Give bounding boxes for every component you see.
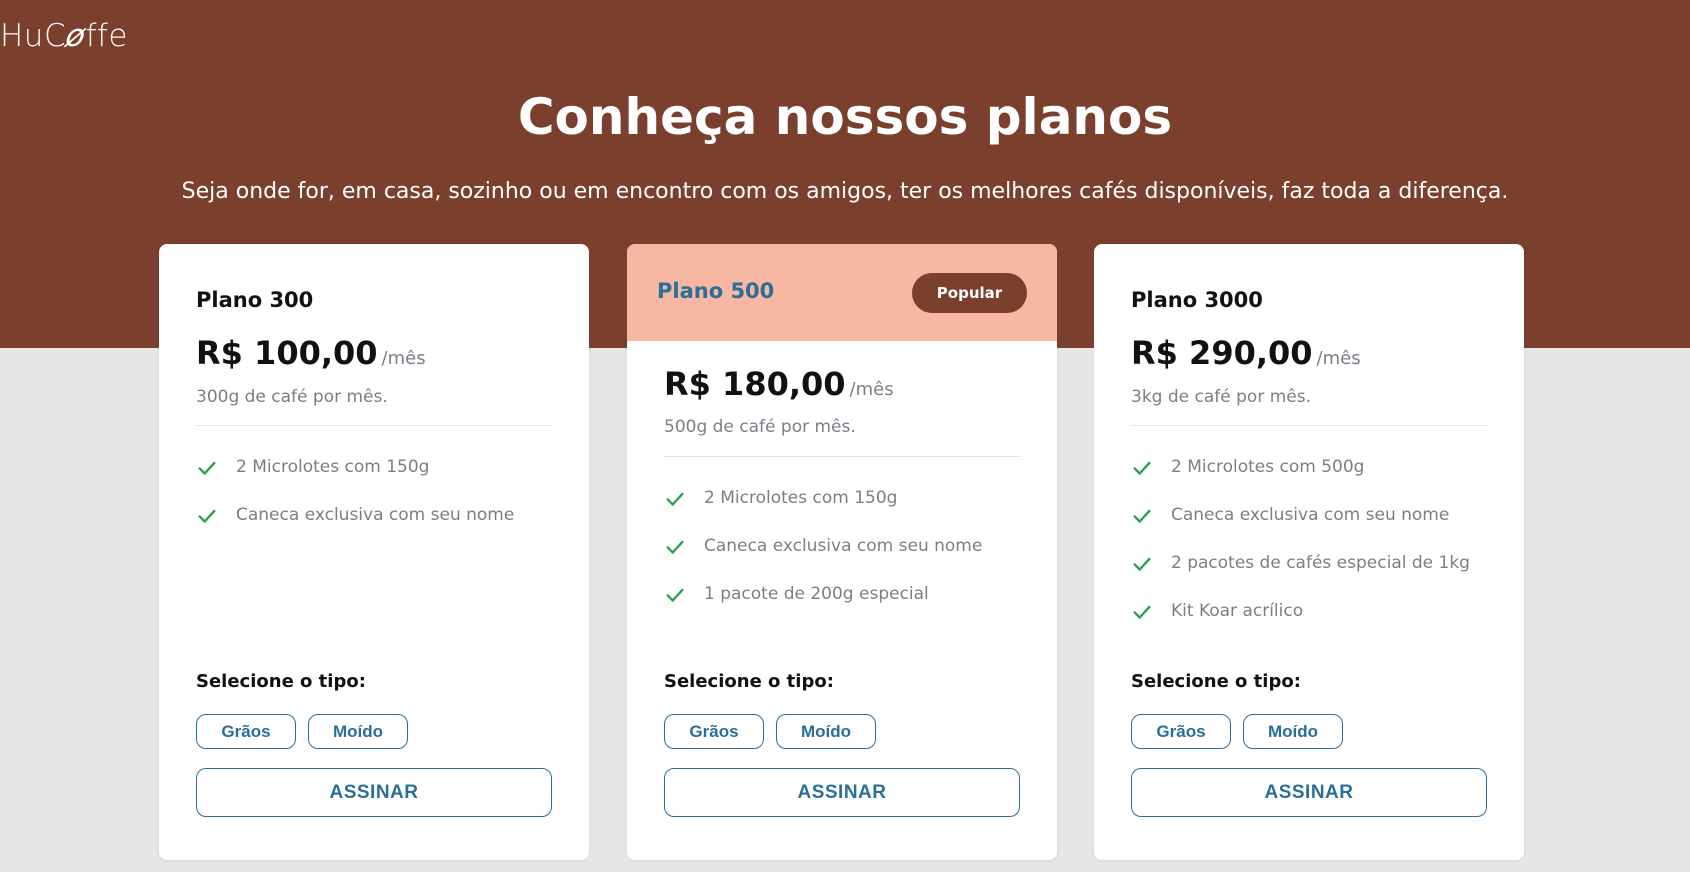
price-period: /mês <box>849 379 894 400</box>
price-value: R$ 100,00 <box>196 334 378 372</box>
feature-text: 2 Microlotes com 150g <box>704 488 898 508</box>
type-ground-button[interactable]: Moído <box>776 714 876 749</box>
feature-text: 1 pacote de 200g especial <box>704 584 929 604</box>
feature-text: 2 pacotes de cafés especial de 1kg <box>1171 553 1470 573</box>
feature-item: 1 pacote de 200g especial <box>664 584 982 632</box>
plan-description: 3kg de café por mês. <box>1131 387 1311 407</box>
popular-plan-header: Plano 500 Popular <box>627 244 1057 341</box>
feature-list: 2 Microlotes com 150g Caneca exclusiva c… <box>196 457 514 553</box>
feature-item: 2 Microlotes com 150g <box>664 488 982 536</box>
subscribe-button[interactable]: ASSINAR <box>196 768 552 817</box>
feature-text: Caneca exclusiva com seu nome <box>704 536 983 556</box>
feature-item: Caneca exclusiva com seu nome <box>196 505 514 553</box>
check-icon <box>1133 557 1151 571</box>
plan-name: Plano 500 <box>657 279 775 303</box>
price-period: /mês <box>381 348 426 369</box>
check-icon <box>198 509 216 523</box>
feature-item: Kit Koar acrílico <box>1131 601 1470 649</box>
check-icon <box>666 588 684 602</box>
select-type-label: Selecione o tipo: <box>1131 671 1301 692</box>
feature-list: 2 Microlotes com 500g Caneca exclusiva c… <box>1131 457 1470 649</box>
logo-prefix: HuC <box>0 18 67 54</box>
feature-item: 2 pacotes de cafés especial de 1kg <box>1131 553 1470 601</box>
popular-badge: Popular <box>912 273 1027 313</box>
plan-price: R$ 290,00/mês <box>1131 334 1361 372</box>
type-grains-button[interactable]: Grãos <box>1131 714 1231 749</box>
check-icon <box>1133 605 1151 619</box>
check-icon <box>666 492 684 506</box>
type-grains-button[interactable]: Grãos <box>196 714 296 749</box>
select-type-label: Selecione o tipo: <box>196 671 366 692</box>
page-title: Conheça nossos planos <box>517 88 1173 146</box>
plan-name: Plano 300 <box>196 288 314 312</box>
feature-item: Caneca exclusiva com seu nome <box>1131 505 1470 553</box>
plan-card-500: Plano 500 Popular R$ 180,00/mês 500g de … <box>627 244 1057 860</box>
price-value: R$ 290,00 <box>1131 334 1313 372</box>
plan-price: R$ 100,00/mês <box>196 334 426 372</box>
feature-text: 2 Microlotes com 150g <box>236 457 430 477</box>
price-value: R$ 180,00 <box>664 365 846 403</box>
feature-item: Caneca exclusiva com seu nome <box>664 536 982 584</box>
type-grains-button[interactable]: Grãos <box>664 714 764 749</box>
page-subtitle: Seja onde for, em casa, sozinho ou em en… <box>181 179 1509 204</box>
divider <box>664 456 1021 457</box>
feature-text: 2 Microlotes com 500g <box>1171 457 1365 477</box>
plan-card-300: Plano 300 R$ 100,00/mês 300g de café por… <box>159 244 589 860</box>
plan-card-3000: Plano 3000 R$ 290,00/mês 3kg de café por… <box>1094 244 1524 860</box>
plan-description: 500g de café por mês. <box>664 417 856 437</box>
brand-logo[interactable]: HuCøffe <box>0 18 128 54</box>
plan-name: Plano 3000 <box>1131 288 1263 312</box>
divider <box>196 425 553 426</box>
type-options: Grãos Moído <box>1131 714 1343 749</box>
feature-item: 2 Microlotes com 500g <box>1131 457 1470 505</box>
plan-description: 300g de café por mês. <box>196 387 388 407</box>
feature-text: Kit Koar acrílico <box>1171 601 1304 621</box>
check-icon <box>1133 461 1151 475</box>
feature-list: 2 Microlotes com 150g Caneca exclusiva c… <box>664 488 982 632</box>
type-options: Grãos Moído <box>196 714 408 749</box>
subscribe-button[interactable]: ASSINAR <box>664 768 1020 817</box>
check-icon <box>666 540 684 554</box>
price-period: /mês <box>1316 348 1361 369</box>
feature-item: 2 Microlotes com 150g <box>196 457 514 505</box>
type-ground-button[interactable]: Moído <box>1243 714 1343 749</box>
divider <box>1131 425 1488 426</box>
feature-text: Caneca exclusiva com seu nome <box>1171 505 1450 525</box>
plan-price: R$ 180,00/mês <box>664 365 894 403</box>
check-icon <box>198 461 216 475</box>
check-icon <box>1133 509 1151 523</box>
type-ground-button[interactable]: Moído <box>308 714 408 749</box>
subscribe-button[interactable]: ASSINAR <box>1131 768 1487 817</box>
select-type-label: Selecione o tipo: <box>664 671 834 692</box>
feature-text: Caneca exclusiva com seu nome <box>236 505 515 525</box>
type-options: Grãos Moído <box>664 714 876 749</box>
logo-suffix: ffe <box>85 18 128 54</box>
